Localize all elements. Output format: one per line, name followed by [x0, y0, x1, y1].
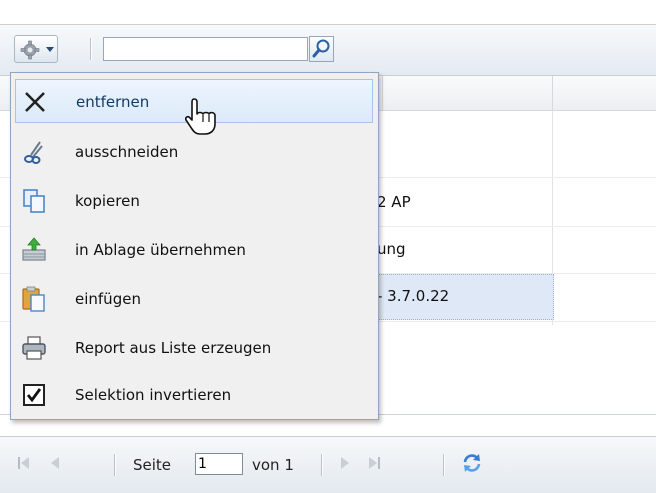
last-page-icon[interactable] — [364, 453, 384, 473]
next-page-icon[interactable] — [334, 453, 354, 473]
printer-icon — [22, 336, 46, 360]
chevron-down-icon — [46, 47, 54, 52]
menu-item-kopieren[interactable]: kopieren — [15, 179, 373, 223]
actions-menu-button[interactable] — [14, 35, 58, 63]
pager-separator — [321, 454, 322, 476]
menu-item-label: einfügen — [75, 290, 141, 308]
table-cell: - 3.7.0.22 — [377, 287, 450, 305]
paste-icon — [22, 286, 45, 312]
hand-cursor-icon — [185, 98, 216, 135]
menu-item-label: entfernen — [76, 93, 150, 111]
menu-item-label: ausschneiden — [75, 143, 179, 161]
search-button[interactable] — [309, 36, 334, 62]
menu-item-report[interactable]: Report aus Liste erzeugen — [15, 326, 373, 370]
menu-item-label: Selektion invertieren — [75, 386, 232, 404]
column-separator — [552, 76, 553, 110]
search-icon — [312, 39, 330, 58]
menu-item-einfuegen[interactable]: einfügen — [15, 277, 373, 321]
close-x-icon — [25, 92, 45, 112]
pager-separator — [443, 454, 444, 476]
table-cell: 2 AP — [377, 193, 411, 211]
menu-item-label: Report aus Liste erzeugen — [75, 339, 272, 357]
checkbox-checked-icon — [23, 384, 45, 406]
scissors-icon — [24, 141, 43, 164]
table-cell: ung — [377, 240, 406, 258]
copy-icon — [23, 189, 45, 213]
menu-item-ablage[interactable]: in Ablage übernehmen — [15, 228, 373, 272]
toolbar — [0, 25, 656, 76]
refresh-icon[interactable] — [460, 451, 484, 475]
window-top-band — [0, 0, 656, 25]
toolbar-separator — [90, 38, 91, 60]
page-number-input[interactable] — [195, 453, 243, 475]
search-input[interactable] — [103, 37, 308, 61]
first-page-icon[interactable] — [14, 453, 34, 473]
menu-item-label: kopieren — [75, 192, 140, 210]
add-to-clipboard-icon — [22, 237, 46, 261]
menu-item-label: in Ablage übernehmen — [75, 241, 246, 259]
gear-icon — [20, 40, 40, 60]
paging-toolbar: Seite von 1 — [0, 436, 656, 493]
page-count-label: von 1 — [252, 456, 294, 474]
page-label: Seite — [133, 456, 172, 474]
column-separator — [382, 76, 383, 110]
previous-page-icon[interactable] — [46, 453, 66, 473]
pager-separator — [114, 454, 115, 476]
menu-item-selektion-invertieren[interactable]: Selektion invertieren — [15, 373, 373, 417]
